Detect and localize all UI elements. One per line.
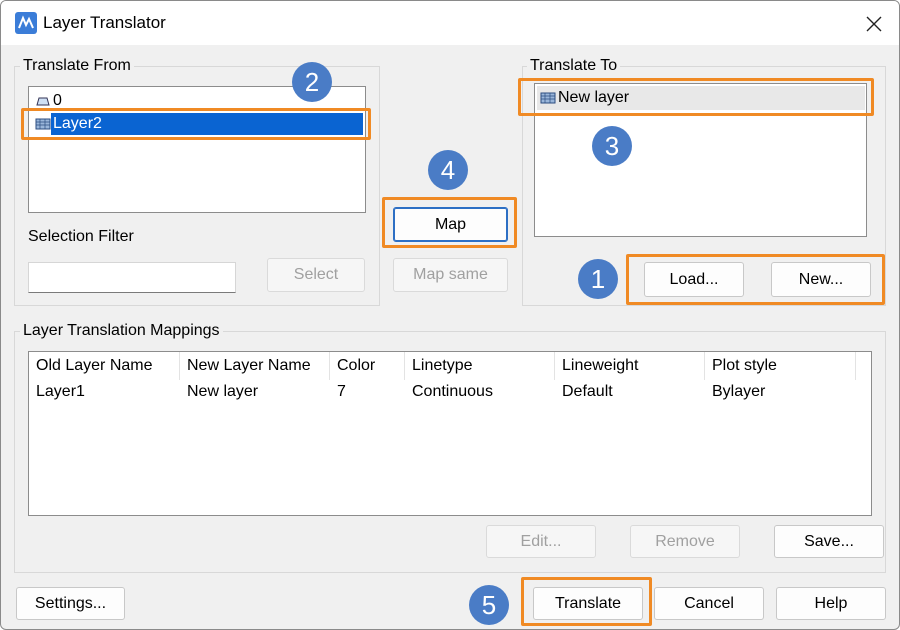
window-title: Layer Translator [43, 13, 166, 32]
translate-from-list[interactable]: 0 Layer2 [28, 86, 366, 213]
save-button[interactable]: Save... [774, 525, 884, 558]
help-button[interactable]: Help [776, 587, 886, 620]
app-icon [15, 12, 37, 34]
new-button[interactable]: New... [771, 262, 871, 297]
edit-button[interactable]: Edit... [486, 525, 596, 558]
layer-icon [540, 92, 556, 104]
title-bar: Layer Translator [1, 1, 899, 45]
list-item-label: New layer [558, 89, 630, 106]
column-header-linetype[interactable]: Linetype [405, 352, 555, 380]
column-header-lineweight[interactable]: Lineweight [555, 352, 705, 380]
table-header: Old Layer Name New Layer Name Color Line… [29, 352, 871, 380]
selection-filter-input[interactable] [28, 262, 236, 293]
list-item-label: Layer2 [51, 113, 363, 135]
cancel-button[interactable]: Cancel [654, 587, 764, 620]
cell-old-layer-name: Layer1 [36, 383, 85, 400]
cell-linetype: Continuous [412, 383, 493, 400]
remove-button[interactable]: Remove [630, 525, 740, 558]
column-header-old-layer-name[interactable]: Old Layer Name [29, 352, 180, 380]
list-item-label: 0 [53, 92, 62, 109]
step-badge-3: 3 [592, 126, 632, 166]
select-button[interactable]: Select [267, 258, 365, 292]
mappings-label: Layer Translation Mappings [20, 322, 223, 340]
settings-button[interactable]: Settings... [16, 587, 125, 620]
table-row[interactable]: Layer1 New layer 7 Continuous Default By… [29, 379, 871, 405]
step-badge-4: 4 [428, 150, 468, 190]
mappings-table[interactable]: Old Layer Name New Layer Name Color Line… [28, 351, 872, 516]
layer-icon [36, 97, 50, 106]
close-icon[interactable] [857, 9, 891, 39]
step-badge-5: 5 [469, 585, 509, 625]
load-button[interactable]: Load... [644, 262, 744, 297]
translate-to-list[interactable]: New layer [534, 83, 867, 237]
column-header-plot-style[interactable]: Plot style [705, 352, 856, 380]
list-item[interactable]: New layer [537, 86, 865, 110]
map-button[interactable]: Map [393, 207, 508, 242]
translate-button[interactable]: Translate [533, 587, 643, 620]
selection-filter-label: Selection Filter [28, 228, 134, 245]
layer-icon [35, 118, 51, 130]
step-badge-2: 2 [292, 62, 332, 102]
translate-from-label: Translate From [20, 57, 134, 75]
column-header-color[interactable]: Color [330, 352, 405, 380]
step-badge-1: 1 [578, 259, 618, 299]
cell-lineweight: Default [562, 383, 613, 400]
column-header-new-layer-name[interactable]: New Layer Name [180, 352, 330, 380]
layer-translator-dialog: Layer Translator Translate From 0 Layer2… [0, 0, 900, 630]
list-item-selected[interactable]: Layer2 [33, 112, 363, 136]
cell-new-layer-name: New layer [187, 383, 259, 400]
map-same-button[interactable]: Map same [393, 258, 508, 292]
cell-plot-style: Bylayer [712, 383, 766, 400]
cell-color: 7 [337, 383, 346, 400]
translate-to-label: Translate To [527, 57, 621, 75]
